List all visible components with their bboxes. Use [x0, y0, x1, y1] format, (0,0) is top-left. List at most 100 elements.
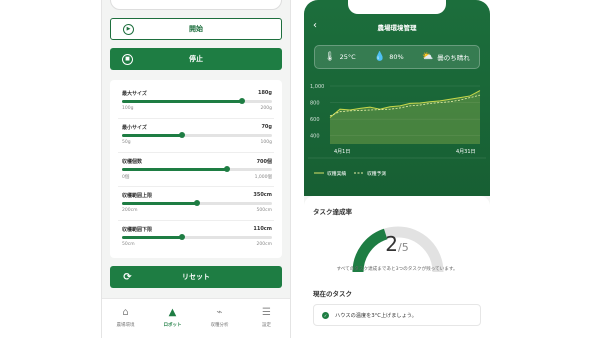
reset-button[interactable]: ⟳ リセット	[110, 266, 282, 288]
slider-min-size[interactable]: 最小サイズ 70g 50g 100g	[118, 124, 274, 156]
slider-value: 180g	[257, 90, 272, 96]
stop-button-label: 停止	[189, 55, 203, 63]
x-tick-label: 4月1日	[334, 149, 350, 155]
slider-track[interactable]	[122, 132, 272, 138]
settings-card: 最大サイズ 180g 100g 200g 最小サイズ 70g 50g 100g …	[110, 80, 282, 258]
slider-min: 50g	[122, 140, 131, 145]
refresh-icon: ⟳	[123, 271, 132, 283]
humidity-item: 💧 80%	[374, 52, 404, 62]
slider-fill	[122, 236, 182, 239]
task-rate-title: タスク達成率	[313, 208, 352, 216]
stop-icon: ■	[122, 53, 133, 65]
start-button-label: 開始	[189, 25, 203, 33]
slider-value: 700個	[256, 159, 272, 165]
nav-label: ロボット	[163, 323, 182, 328]
legend-label-forecast: 収穫予測	[367, 170, 386, 177]
slider-max: 100g	[260, 140, 272, 145]
harvest-line-chart: 1,000 800 600 400 4月1日 4月31日収穫実績 収穫予測	[308, 84, 486, 177]
slider-value: 350cm	[253, 192, 272, 198]
divider	[118, 186, 274, 187]
slider-fill	[122, 202, 197, 205]
page-title: 農場環境管理	[377, 24, 417, 32]
nav-item-harvest-analysis[interactable]: ⌁ 収穫分析	[196, 299, 243, 338]
slider-handle[interactable]	[179, 234, 185, 240]
bottom-nav: ⌂ 農場環境 ▲ ロボット ⌁ 収穫分析 ☰ 設定	[102, 298, 290, 338]
robot-control-screen: ▶ 開始 ■ 停止 最大サイズ 180g 100g 200g 最小サイズ 70g…	[101, 0, 291, 338]
slider-min: 100g	[122, 106, 134, 111]
task-card: タスク達成率 2/5 すべてのタスク達成まであと3つのタスクが残っています。 現…	[304, 196, 490, 338]
temperature-value: 25°C	[339, 53, 356, 61]
slider-max: 500cm	[256, 208, 272, 213]
slider-value: 70g	[261, 124, 272, 130]
slider-label: 収穫範囲下限	[122, 227, 153, 233]
home-icon: ⌂	[122, 307, 129, 318]
slider-max: 200cm	[256, 242, 272, 247]
thermometer-icon: 🌡	[324, 52, 336, 62]
slider-min: 0個	[122, 175, 130, 180]
play-icon: ▶	[123, 23, 134, 35]
check-icon: ✓	[322, 311, 329, 319]
current-task-text: ハウスの温度を3°C上げましょう。	[335, 312, 417, 319]
task-progress-number: 2/5	[304, 232, 490, 256]
slider-range-lower[interactable]: 収穫範囲下限 110cm 50cm 200cm	[122, 226, 272, 258]
slider-label: 最大サイズ	[122, 91, 147, 97]
nav-label: 収穫分析	[210, 323, 229, 328]
reset-button-label: リセット	[182, 273, 210, 281]
legend-label-actual: 収穫実績	[327, 170, 346, 177]
temperature-item: 🌡 25°C	[324, 52, 356, 62]
slider-handle[interactable]	[239, 98, 245, 104]
slider-fill	[122, 168, 227, 171]
current-task-title: 現在のタスク	[313, 290, 352, 298]
slider-handle[interactable]	[179, 132, 185, 138]
slider-track[interactable]	[122, 234, 272, 240]
y-tick-label: 1,000	[310, 84, 324, 90]
slider-min: 50cm	[122, 242, 135, 247]
humidity-value: 80%	[389, 53, 404, 61]
divider	[118, 220, 274, 221]
slider-label: 収穫個数	[122, 159, 143, 165]
slider-harvest-count[interactable]: 収穫個数 700個 0個 1,000個	[118, 158, 274, 190]
y-tick-label: 600	[310, 117, 320, 123]
slider-max: 200g	[260, 106, 272, 111]
nav-item-robot[interactable]: ▲ ロボット	[149, 299, 196, 338]
slider-label: 最小サイズ	[122, 125, 147, 131]
task-done-count: 2	[385, 232, 398, 256]
slider-range-upper[interactable]: 収穫範囲上限 350cm 200cm 500cm	[118, 192, 274, 224]
phone-notch	[348, 0, 446, 14]
y-tick-label: 800	[310, 101, 320, 107]
task-total-count: 5	[401, 241, 409, 254]
slider-fill	[122, 134, 182, 137]
forecast-item: ⛅ 曇のち晴れ	[422, 52, 470, 62]
divider	[118, 118, 274, 119]
task-remaining-message: すべてのタスク達成まであと3つのタスクが残っています。	[336, 267, 458, 272]
farm-environment-screen: ‹ 農場環境管理 🌡 25°C 💧 80% ⛅ 曇のち晴れ 1,000 800 60…	[304, 0, 490, 338]
slider-track[interactable]	[122, 166, 272, 172]
header-panel: ‹ 農場環境管理 🌡 25°C 💧 80% ⛅ 曇のち晴れ 1,000 800 60…	[304, 0, 490, 196]
partly-sunny-icon: ⛅	[422, 52, 434, 62]
slider-track[interactable]	[122, 200, 272, 206]
nav-label: 設定	[262, 323, 271, 328]
current-task-item[interactable]: ✓ ハウスの温度を3°C上げましょう。	[313, 304, 481, 326]
forecast-value: 曇のち晴れ	[437, 54, 470, 62]
divider	[118, 152, 274, 153]
slider-track[interactable]	[122, 98, 272, 104]
robot-icon: ▲	[168, 307, 177, 318]
slider-max-size[interactable]: 最大サイズ 180g 100g 200g	[118, 90, 274, 122]
chart-icon: ⌁	[216, 307, 223, 318]
weather-bar: 🌡 25°C 💧 80% ⛅ 曇のち晴れ	[314, 45, 480, 69]
actual-area	[330, 90, 480, 144]
slider-handle[interactable]	[194, 200, 200, 206]
top-bar	[110, 0, 282, 10]
stop-button[interactable]: ■ 停止	[110, 48, 282, 70]
slider-fill	[122, 100, 242, 103]
droplet-icon: 💧	[374, 52, 386, 62]
start-button[interactable]: ▶ 開始	[110, 18, 282, 40]
slider-max: 1,000個	[254, 175, 272, 180]
slider-handle[interactable]	[224, 166, 230, 172]
x-tick-label: 4月31日	[456, 149, 476, 155]
settings-icon: ☰	[262, 307, 271, 318]
nav-item-settings[interactable]: ☰ 設定	[243, 299, 290, 338]
nav-item-farm-environment[interactable]: ⌂ 農場環境	[102, 299, 149, 338]
slider-min: 200cm	[122, 208, 138, 213]
nav-label: 農場環境	[116, 323, 135, 328]
